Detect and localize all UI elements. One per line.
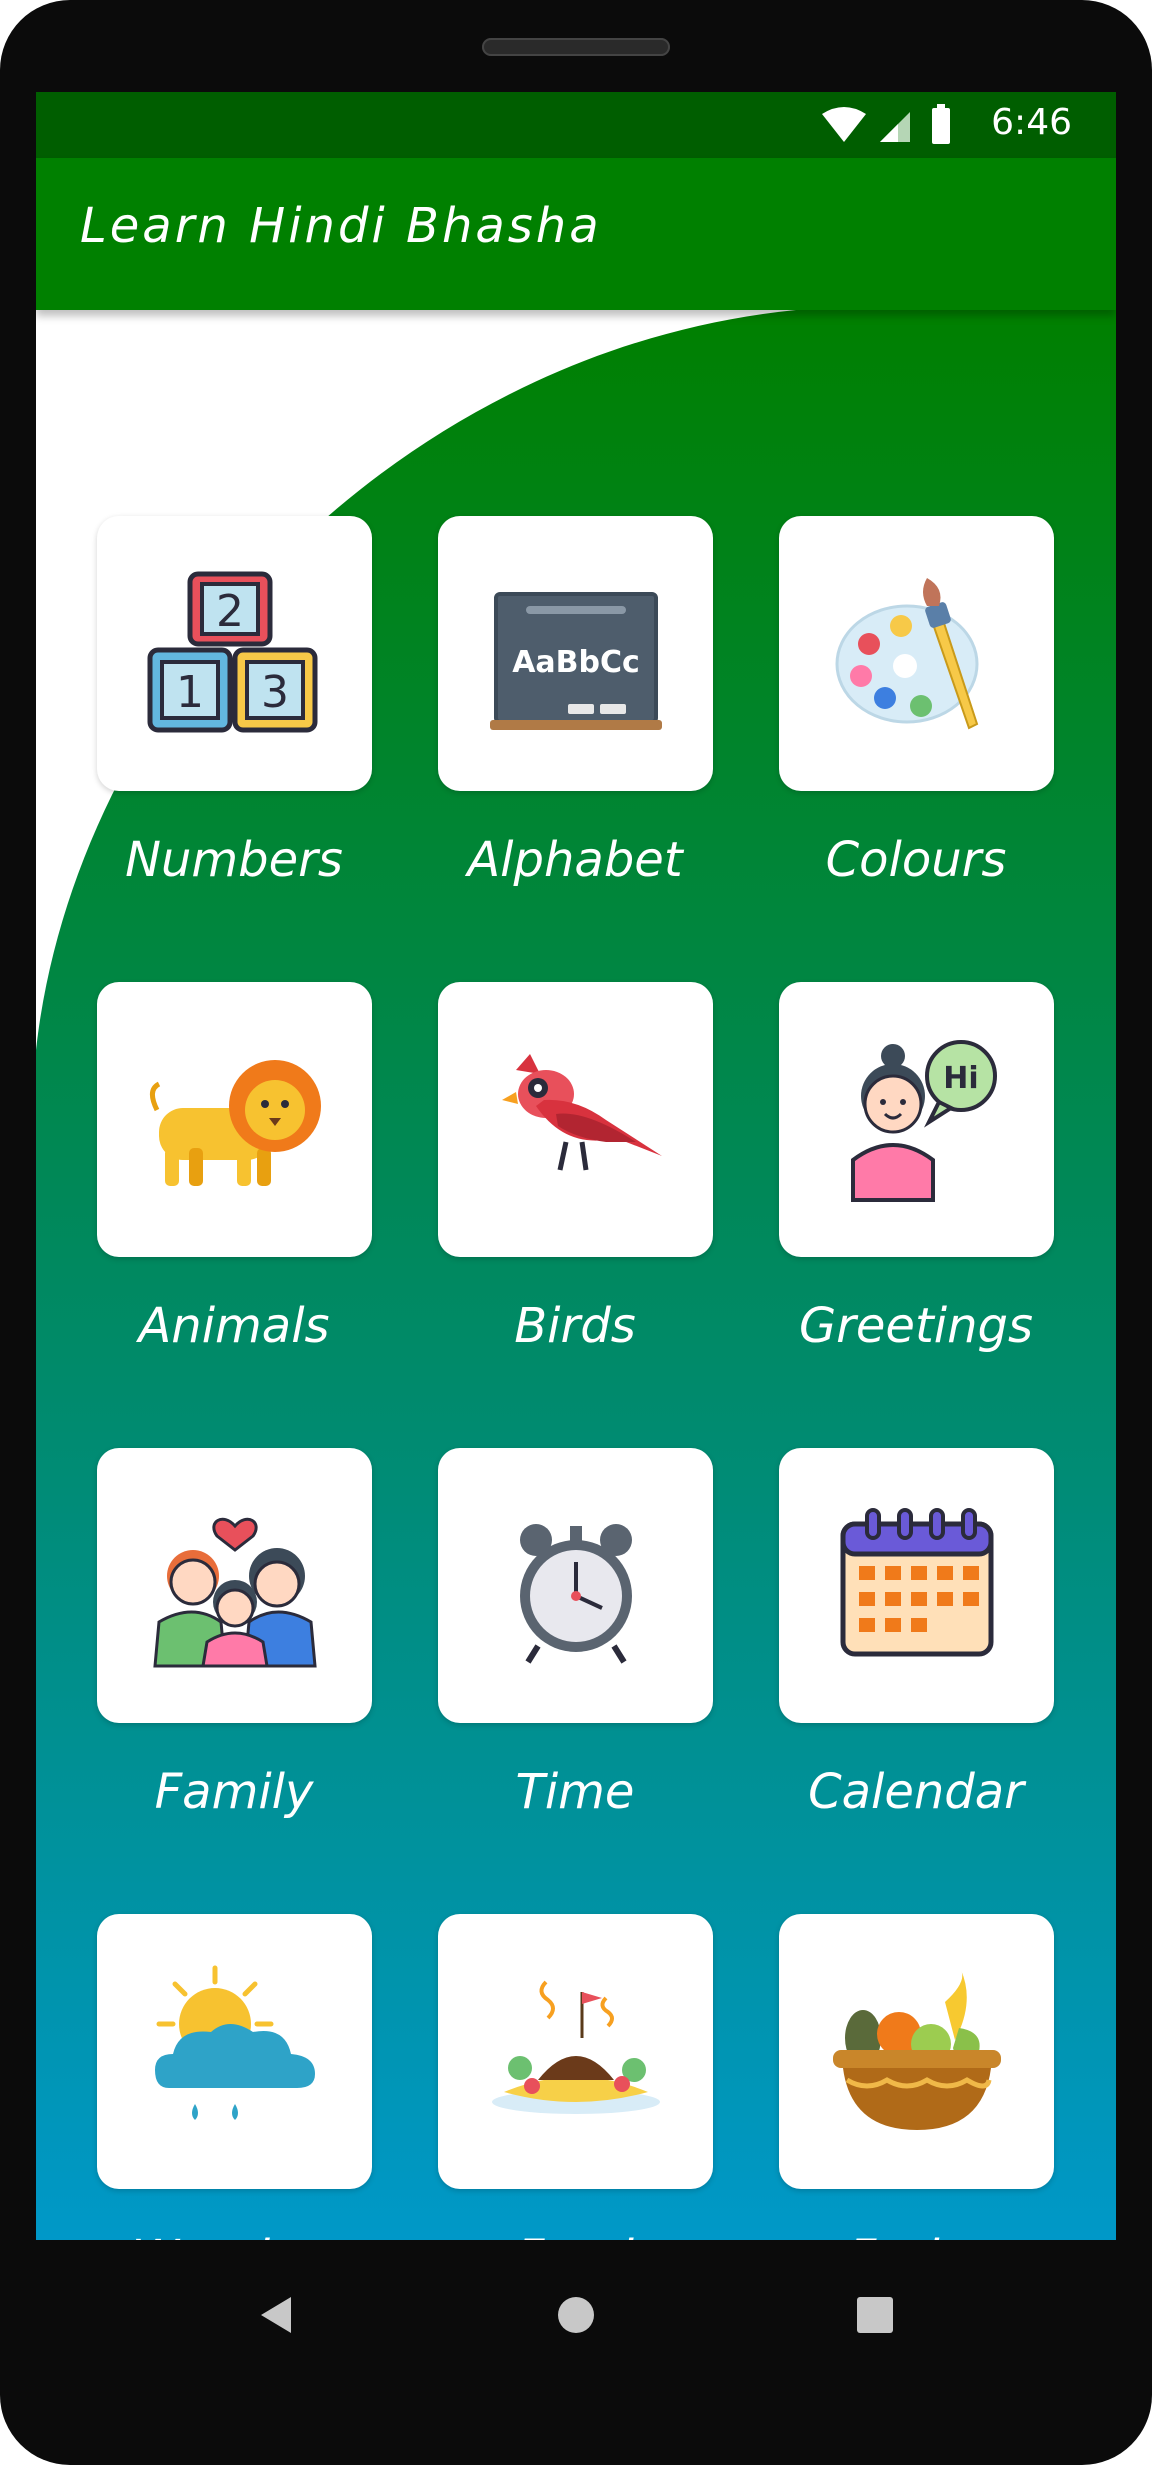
tile-food[interactable] <box>438 1914 713 2189</box>
svg-text:Hi: Hi <box>943 1061 978 1096</box>
svg-text:2: 2 <box>216 586 244 637</box>
app-toolbar: Learn Hindi Bhasha <box>36 158 1116 310</box>
tile-fruits[interactable] <box>779 1914 1054 2189</box>
label-birds[interactable]: Birds <box>410 1296 740 1356</box>
sun-cloud-rain-icon <box>154 1965 315 2120</box>
alarm-clock-icon <box>519 1523 632 1664</box>
paint-palette-icon <box>835 577 978 729</box>
label-numbers[interactable]: Numbers <box>69 830 399 890</box>
chalkboard-icon: AaBbCc <box>489 591 662 730</box>
label-alphabet[interactable]: Alphabet <box>410 830 740 890</box>
tile-colours[interactable] <box>779 516 1054 791</box>
tile-animals[interactable] <box>97 982 372 1257</box>
status-icons <box>822 104 950 144</box>
wifi-icon <box>822 107 866 142</box>
phone-speaker <box>482 38 670 56</box>
app-screen: 6:46 Learn Hindi Bhasha 2 1 3 Numbers Aa… <box>36 92 1116 2240</box>
category-grid: 2 1 3 Numbers AaBbCc Alphabet Colours An… <box>36 310 1116 2240</box>
tile-numbers[interactable]: 2 1 3 <box>97 516 372 791</box>
fruit-basket-icon <box>832 1969 1001 2130</box>
label-time[interactable]: Time <box>410 1762 740 1822</box>
label-weather[interactable]: Weather <box>69 2228 399 2240</box>
svg-text:1: 1 <box>176 667 204 718</box>
greeting-girl-icon: Hi <box>850 1039 997 1202</box>
tile-birds[interactable] <box>438 982 713 1257</box>
back-icon[interactable] <box>247 2285 307 2345</box>
label-food[interactable]: Food <box>410 2228 740 2240</box>
label-calendar[interactable]: Calendar <box>751 1762 1081 1822</box>
tile-family[interactable] <box>97 1448 372 1723</box>
label-fruits[interactable]: Fruits <box>751 2228 1081 2240</box>
tile-time[interactable] <box>438 1448 713 1723</box>
calendar-icon <box>840 1507 993 1656</box>
category-area: 2 1 3 Numbers AaBbCc Alphabet Colours An… <box>36 310 1116 2240</box>
status-bar: 6:46 <box>36 92 1116 158</box>
food-plate-icon <box>491 1980 660 2114</box>
label-animals[interactable]: Animals <box>69 1296 399 1356</box>
status-time: 6:46 <box>991 102 1072 143</box>
number-blocks-icon: 2 1 3 <box>147 571 317 732</box>
recents-icon[interactable] <box>845 2285 905 2345</box>
label-family[interactable]: Family <box>69 1762 399 1822</box>
svg-text:3: 3 <box>261 667 289 718</box>
svg-text:AaBbCc: AaBbCc <box>512 645 640 680</box>
cell-signal-icon <box>880 112 910 142</box>
family-icon <box>152 1517 317 1667</box>
label-greetings[interactable]: Greetings <box>751 1296 1081 1356</box>
cardinal-bird-icon <box>501 1053 662 1171</box>
tile-alphabet[interactable]: AaBbCc <box>438 516 713 791</box>
label-colours[interactable]: Colours <box>751 830 1081 890</box>
tile-calendar[interactable] <box>779 1448 1054 1723</box>
app-title: Learn Hindi Bhasha <box>80 198 602 254</box>
system-nav-bar <box>0 2240 1152 2390</box>
tile-greetings[interactable]: Hi <box>779 982 1054 1257</box>
lion-icon <box>149 1059 321 1186</box>
phone-frame: 6:46 Learn Hindi Bhasha 2 1 3 Numbers Aa… <box>0 0 1152 2465</box>
tile-weather[interactable] <box>97 1914 372 2189</box>
home-icon[interactable] <box>546 2285 606 2345</box>
battery-icon <box>932 104 950 144</box>
